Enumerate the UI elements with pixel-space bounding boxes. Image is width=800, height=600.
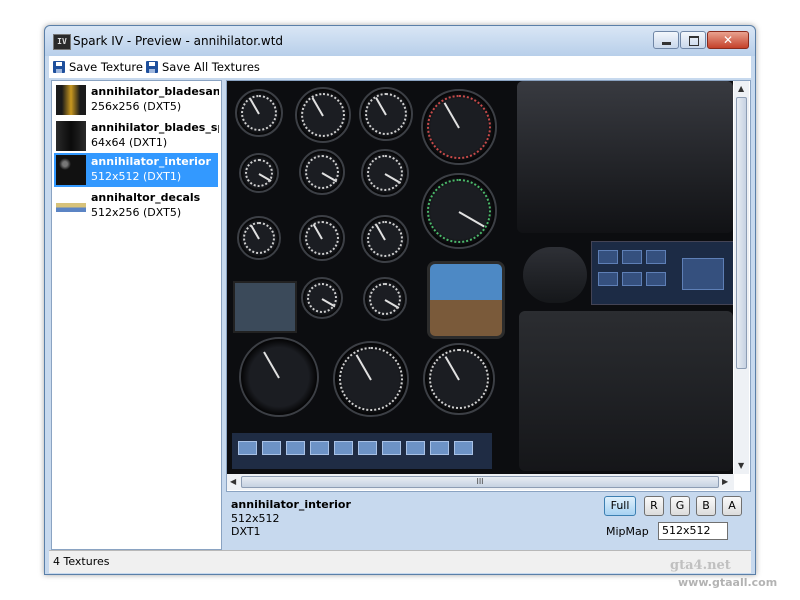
texture-name: annihilator_interior [91, 155, 211, 168]
texture-thumbnail [56, 191, 86, 221]
list-item[interactable]: annihaltor_decals 512x256 (DXT5) [54, 189, 218, 223]
close-icon: ✕ [722, 33, 734, 47]
list-item[interactable]: annihilator_blades_spec 64x64 (DXT1) [54, 119, 219, 153]
gauge-shape [363, 277, 407, 321]
scroll-left-icon[interactable]: ◀ [230, 477, 236, 486]
maximize-button[interactable] [680, 31, 706, 49]
texture-name: annihilator_blades_spec [91, 121, 219, 134]
texture-info: 512x512 (DXT1) [91, 170, 182, 183]
minimize-button[interactable] [653, 31, 679, 49]
texture-info: 256x256 (DXT5) [91, 100, 182, 113]
app-window: IV Spark IV - Preview - annihilator.wtd … [44, 25, 756, 575]
gauge-shape [237, 216, 281, 260]
texture-info: 512x256 (DXT5) [91, 206, 182, 219]
floor-shape [519, 311, 733, 471]
scroll-up-icon[interactable]: ▲ [738, 84, 744, 93]
close-button[interactable]: ✕ [707, 31, 749, 49]
texture-thumbnail [56, 85, 86, 115]
texture-size-label: 512x512 [231, 512, 280, 525]
list-item-selected[interactable]: annihilator_interior 512x512 (DXT1) [54, 153, 218, 187]
gauge-shape [361, 215, 409, 263]
map-shape [233, 281, 297, 333]
horizontal-scroll-thumb[interactable]: III [241, 476, 719, 488]
gauge-shape [359, 87, 413, 141]
gauge-shape [239, 153, 279, 193]
save-all-textures-button[interactable]: Save All Textures [146, 59, 260, 75]
texture-list: annihilator_bladesannihi 256x256 (DXT5) … [51, 80, 222, 550]
speaker-shape [239, 337, 319, 417]
yoke-shape [523, 247, 587, 303]
gauge-shape [333, 341, 409, 417]
gauge-shape [299, 215, 345, 261]
texture-thumbnail [56, 121, 86, 151]
texture-info: 64x64 (DXT1) [91, 136, 168, 149]
list-item[interactable]: annihilator_bladesannihi 256x256 (DXT5) [54, 83, 219, 117]
gauge-shape [421, 173, 497, 249]
texture-name: annihilator_bladesannihi [91, 85, 219, 98]
artificial-horizon-shape [427, 261, 505, 339]
instrument-panel-shape [591, 241, 733, 305]
texture-format-label: DXT1 [231, 525, 261, 538]
title-bar[interactable]: IV Spark IV - Preview - annihilator.wtd … [45, 26, 755, 56]
gauge-shape [299, 149, 345, 195]
gauge-shape [295, 87, 351, 143]
save-all-textures-label: Save All Textures [162, 60, 260, 74]
texture-name-label: annihilator_interior [231, 498, 351, 511]
texture-image [227, 81, 733, 474]
vertical-scroll-thumb[interactable] [736, 97, 747, 369]
gauge-shape [361, 149, 409, 197]
texture-thumbnail [56, 155, 86, 185]
watermark-text: gta4.net [670, 558, 731, 573]
save-texture-button[interactable]: Save Texture [53, 59, 143, 75]
toolbar: Save Texture Save All Textures [49, 56, 751, 78]
horizontal-scrollbar[interactable]: ◀ III ▶ [227, 474, 734, 490]
gauge-shape [235, 89, 283, 137]
gauge-shape [423, 343, 495, 415]
texture-name: annihaltor_decals [91, 191, 201, 204]
scroll-down-icon[interactable]: ▼ [738, 461, 744, 470]
watermark-site: www.gtaall.com [678, 576, 778, 589]
window-title: Spark IV - Preview - annihilator.wtd [73, 34, 284, 48]
watermark-logo: gta4.net www.gtaall.com [630, 498, 800, 598]
texture-count: 4 Textures [53, 555, 110, 568]
spark-iv-icon: IV [53, 34, 71, 50]
save-texture-label: Save Texture [69, 60, 143, 74]
vertical-scrollbar[interactable]: ▲ ▼ [734, 81, 749, 474]
button-row-shape [232, 433, 492, 469]
floppy-disk-icon [146, 61, 158, 73]
floppy-disk-icon [53, 61, 65, 73]
texture-preview[interactable]: ▲ ▼ ◀ III ▶ [226, 80, 751, 492]
gauge-shape [421, 89, 497, 165]
gauge-shape [301, 277, 343, 319]
scroll-right-icon[interactable]: ▶ [722, 477, 728, 486]
seat-shape [517, 81, 733, 233]
